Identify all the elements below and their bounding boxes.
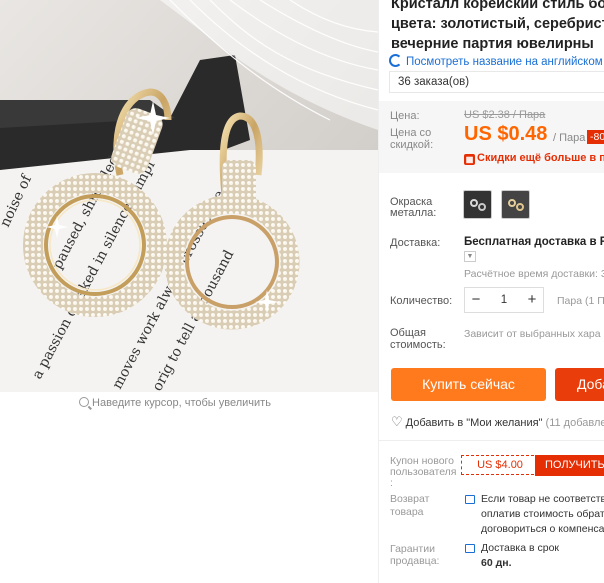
product-title-line: цвета: золотистый, серебристый ц	[391, 16, 604, 32]
sale-price: US $0.48	[464, 123, 548, 145]
add-to-wishlist-link[interactable]: ♡ Добавить в "Мои желания" (11 добавле	[391, 414, 604, 430]
app-icon: ▦	[464, 154, 475, 165]
earring-dot	[508, 199, 516, 207]
translate-icon	[389, 54, 402, 67]
zoom-hint: Наведите курсор, чтобы увеличить	[0, 397, 350, 409]
product-title: Кристалл корейский стиль большо цвета: з…	[391, 0, 604, 54]
returns-text: Если товар не соответстве оплатив стоимо…	[481, 492, 604, 537]
guarantee-label: Гарантии	[390, 543, 435, 555]
return-policy-icon	[465, 495, 475, 504]
returns-label: Возврат	[390, 493, 430, 505]
guarantee-text: Доставка в срок 60 дн.	[481, 541, 559, 571]
quantity-stepper: − 1 +	[464, 287, 544, 313]
coupon-label: пользователя	[390, 466, 457, 478]
total-label: Общая	[390, 327, 426, 339]
returns-label: товара	[390, 506, 424, 518]
product-title-line: вечерние партия ювелирны	[391, 36, 594, 52]
original-price: US $2.38 / Пара	[464, 109, 546, 121]
app-discount-link[interactable]: ▦ Скидки ещё больше в пр	[464, 152, 604, 165]
returns-text-line: оплатив стоимость обрат	[481, 508, 604, 520]
guarantee-days: 60 дн.	[481, 557, 512, 569]
wishlist-text: Добавить в "Мои желания"	[405, 417, 543, 429]
quantity-decrease-button[interactable]: −	[465, 288, 487, 312]
quantity-unit: Пара (1 Па	[557, 295, 604, 307]
shipping-method[interactable]: Бесплатная доставка в Rus	[464, 236, 604, 248]
wishlist-count: (11 добавле	[545, 417, 604, 429]
product-image[interactable]: noise of paused, shrouded in a passion c…	[0, 0, 378, 392]
chevron-down-icon[interactable]: ▼	[464, 251, 476, 262]
total-label: стоимость:	[390, 339, 446, 351]
returns-text-line: Если товар не соответстве	[481, 493, 604, 505]
coupon-label: :	[390, 477, 393, 489]
product-info-panel: Кристалл корейский стиль большо цвета: з…	[378, 0, 604, 583]
sale-price-label: Цена со	[390, 127, 432, 139]
quantity-input[interactable]: 1	[487, 288, 521, 312]
total-value: Зависит от выбранных хара	[464, 328, 601, 340]
magnifier-icon	[79, 397, 90, 407]
quantity-label: Количество:	[390, 295, 453, 307]
buy-now-button[interactable]: Купить сейчас	[391, 368, 546, 401]
product-photo: noise of paused, shrouded in a passion c…	[0, 0, 378, 392]
sale-price-unit: / Пара	[553, 132, 586, 144]
returns-text-line: договориться о компенса	[481, 523, 604, 535]
zoom-hint-text: Наведите курсор, чтобы увеличить	[92, 397, 271, 409]
price-label: Цена:	[390, 110, 420, 122]
orders-count: 36 заказа(ов)	[389, 71, 604, 93]
swatch-silver-earrings[interactable]	[463, 190, 492, 219]
quantity-increase-button[interactable]: +	[521, 288, 543, 312]
price-block: Цена: US $2.38 / Пара Цена со скидкой: U…	[379, 101, 604, 173]
translate-link-text: Посмотреть название на английском	[406, 56, 603, 68]
add-to-cart-button[interactable]: Доба	[555, 368, 604, 401]
swatch-gold-earrings[interactable]	[501, 190, 530, 219]
discount-badge: -80	[587, 130, 604, 144]
app-discount-text: Скидки ещё больше в пр	[477, 152, 604, 164]
product-title-line: Кристалл корейский стиль большо	[391, 0, 604, 12]
coupon-value: US $4.00	[461, 455, 539, 475]
divider	[379, 440, 604, 441]
get-coupon-button[interactable]: ПОЛУЧИТЬ	[535, 455, 604, 476]
guarantee-label: продавца:	[390, 555, 440, 567]
delivery-time: Расчётное время доставки: 3	[464, 268, 604, 280]
delivery-truck-icon	[465, 544, 475, 553]
sale-price-label: скидкой:	[390, 139, 434, 151]
guarantee-delivery: Доставка в срок	[481, 542, 560, 554]
heart-icon: ♡	[391, 414, 403, 429]
color-label: металла:	[390, 207, 437, 219]
translate-title-link[interactable]: Посмотреть название на английском	[389, 54, 603, 68]
earring-dot	[478, 203, 486, 211]
earring-dot	[470, 199, 478, 207]
shipping-label: Доставка:	[390, 237, 441, 249]
earring-dot	[516, 203, 524, 211]
